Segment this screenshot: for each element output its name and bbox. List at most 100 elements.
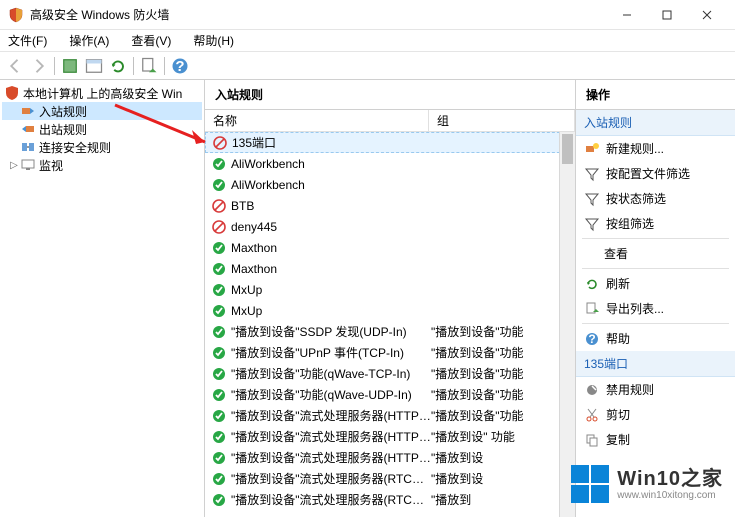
rule-group: "播放到设备"功能 [431, 386, 575, 403]
rule-row[interactable]: "播放到设备"功能(qWave-UDP-In)"播放到设备"功能 [205, 384, 575, 405]
column-name[interactable]: 名称 [205, 110, 429, 131]
rules-list-body[interactable]: 135端口AliWorkbenchAliWorkbenchBTBdeny445M… [205, 132, 575, 517]
copy-icon [584, 432, 600, 448]
menu-bar: 文件(F) 操作(A) 查看(V) 帮助(H) [0, 30, 735, 52]
disable-icon [584, 382, 600, 398]
rule-row[interactable]: "播放到设备"UPnP 事件(TCP-In)"播放到设备"功能 [205, 342, 575, 363]
menu-help[interactable]: 帮助(H) [189, 30, 238, 51]
tree-root[interactable]: 本地计算机 上的高级安全 Win [2, 84, 202, 102]
rule-row[interactable]: "播放到设备"流式处理服务器(HTTP-Stre..."播放到设 [205, 447, 575, 468]
export-icon [584, 301, 600, 317]
rule-row[interactable]: AliWorkbench [205, 153, 575, 174]
action-cut-label: 剪切 [606, 406, 630, 423]
rule-row[interactable]: "播放到设备"功能(qWave-TCP-In)"播放到设备"功能 [205, 363, 575, 384]
properties-button[interactable] [83, 55, 105, 77]
window-title: 高级安全 Windows 防火墙 [30, 6, 607, 23]
list-title: 入站规则 [205, 80, 575, 110]
tree-monitor[interactable]: ▷ 监视 [2, 156, 202, 174]
rule-name: BTB [231, 199, 431, 213]
rule-row[interactable]: 135端口 [205, 132, 575, 153]
nav-back-button [4, 55, 26, 77]
rule-row[interactable]: deny445 [205, 216, 575, 237]
block-icon [211, 219, 227, 235]
monitor-icon [20, 157, 36, 173]
tree-pane[interactable]: 本地计算机 上的高级安全 Win 入站规则 出站规则 连接安全规则 ▷ 监视 [0, 80, 205, 517]
refresh-icon [584, 276, 600, 292]
action-export[interactable]: 导出列表... [576, 296, 735, 321]
help-button[interactable]: ? [169, 55, 191, 77]
svg-text:?: ? [588, 332, 595, 346]
filter-icon [584, 191, 600, 207]
rule-row[interactable]: AliWorkbench [205, 174, 575, 195]
expand-icon[interactable]: ▷ [8, 160, 20, 171]
maximize-button[interactable] [647, 4, 687, 26]
rule-row[interactable]: "播放到设备"流式处理服务器(HTTP-Stre..."播放到设备"功能 [205, 405, 575, 426]
tree-outbound-rules[interactable]: 出站规则 [2, 120, 202, 138]
action-header: 操作 [576, 80, 735, 110]
toolbar-separator [164, 57, 165, 75]
rule-name: "播放到设备"UPnP 事件(TCP-In) [231, 344, 431, 361]
toolbar-separator [133, 57, 134, 75]
refresh-button[interactable] [107, 55, 129, 77]
action-cut[interactable]: 剪切 [576, 402, 735, 427]
tree-connection-security[interactable]: 连接安全规则 [2, 138, 202, 156]
action-filter-profile[interactable]: 按配置文件筛选 [576, 161, 735, 186]
action-filter-state[interactable]: 按状态筛选 [576, 186, 735, 211]
action-disable-rule[interactable]: 禁用规则 [576, 377, 735, 402]
rule-row[interactable]: BTB [205, 195, 575, 216]
rule-name: "播放到设备"SSDP 发现(UDP-In) [231, 323, 431, 340]
allow-icon [211, 492, 227, 508]
action-pane: 操作 入站规则 新建规则... 按配置文件筛选 按状态筛选 按组筛选 查看 刷新 [576, 80, 735, 517]
action-refresh[interactable]: 刷新 [576, 271, 735, 296]
allow-icon [211, 345, 227, 361]
menu-file[interactable]: 文件(F) [4, 30, 51, 51]
tree-conn-label: 连接安全规则 [39, 139, 111, 156]
rule-group: "播放到设备"功能 [431, 407, 575, 424]
rule-row[interactable]: "播放到设备"流式处理服务器(RTCP-Stre..."播放到设 [205, 468, 575, 489]
outbound-icon [20, 121, 36, 137]
action-filter-group-label: 按组筛选 [606, 215, 654, 232]
allow-icon [211, 156, 227, 172]
allow-icon [211, 429, 227, 445]
rule-row[interactable]: "播放到设备"SSDP 发现(UDP-In)"播放到设备"功能 [205, 321, 575, 342]
tree-monitor-label: 监视 [39, 157, 63, 174]
rule-name: "播放到设备"流式处理服务器(HTTP-Stre... [231, 407, 431, 424]
action-help-label: 帮助 [606, 330, 630, 347]
new-button[interactable] [59, 55, 81, 77]
column-group[interactable]: 组 [429, 110, 575, 131]
block-icon [212, 135, 228, 151]
rule-row[interactable]: Maxthon [205, 258, 575, 279]
scrollbar-thumb[interactable] [562, 134, 573, 164]
action-copy[interactable]: 复制 [576, 427, 735, 452]
action-export-label: 导出列表... [606, 300, 664, 317]
action-help[interactable]: ? 帮助 [576, 326, 735, 351]
action-new-rule[interactable]: 新建规则... [576, 136, 735, 161]
filter-icon [584, 216, 600, 232]
menu-action[interactable]: 操作(A) [65, 30, 113, 51]
export-button[interactable] [138, 55, 160, 77]
allow-icon [211, 177, 227, 193]
rule-group: "播放到设备"功能 [431, 323, 575, 340]
watermark-logo-icon [571, 465, 609, 503]
action-view[interactable]: 查看 [576, 241, 735, 266]
rule-row[interactable]: Maxthon [205, 237, 575, 258]
rule-row[interactable]: "播放到设备"流式处理服务器(RTCP-Stre..."播放到 [205, 489, 575, 510]
rule-row[interactable]: MxUp [205, 300, 575, 321]
watermark-title: Win10之家 [617, 468, 723, 490]
vertical-scrollbar[interactable] [559, 132, 575, 517]
allow-icon [211, 324, 227, 340]
help-icon: ? [584, 331, 600, 347]
minimize-button[interactable] [607, 4, 647, 26]
rule-row[interactable]: MxUp [205, 279, 575, 300]
svg-text:?: ? [175, 58, 184, 75]
close-button[interactable] [687, 4, 727, 26]
action-refresh-label: 刷新 [606, 275, 630, 292]
action-filter-group[interactable]: 按组筛选 [576, 211, 735, 236]
rule-name: AliWorkbench [231, 157, 431, 171]
rule-group: "播放到 [431, 491, 575, 508]
tree-inbound-rules[interactable]: 入站规则 [2, 102, 202, 120]
rule-name: 135端口 [232, 134, 432, 151]
menu-view[interactable]: 查看(V) [127, 30, 175, 51]
allow-icon [211, 240, 227, 256]
rule-row[interactable]: "播放到设备"流式处理服务器(HTTP-Stre..."播放到设" 功能 [205, 426, 575, 447]
